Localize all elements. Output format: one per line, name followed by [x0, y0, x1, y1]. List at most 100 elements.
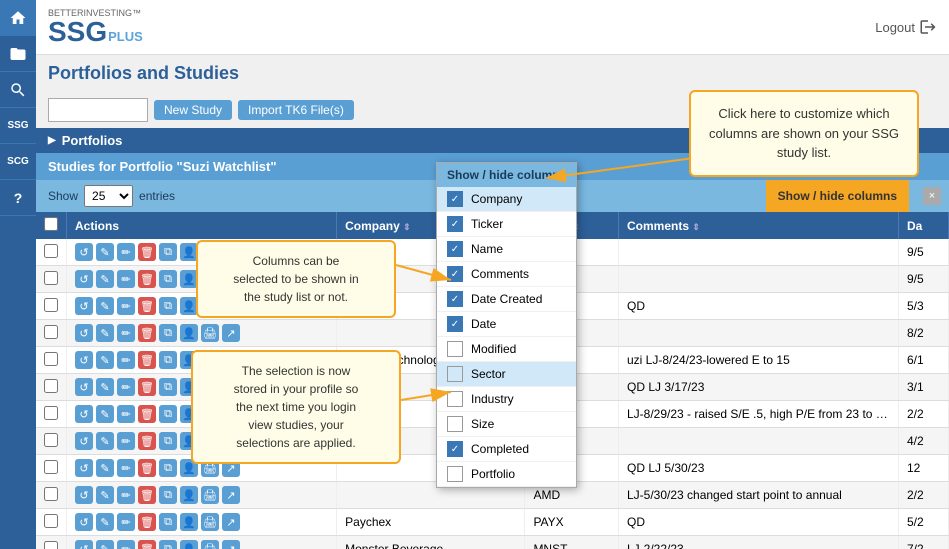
delete-icon[interactable]: 🗑 [138, 270, 156, 288]
edit-icon[interactable]: ✎ [96, 324, 114, 342]
edit-icon[interactable]: ✎ [96, 459, 114, 477]
row-checkbox[interactable] [44, 487, 58, 501]
th-comments[interactable]: Comments ⇕ [618, 212, 898, 239]
edit-icon[interactable]: ✎ [96, 513, 114, 531]
edit-icon[interactable]: ✎ [96, 351, 114, 369]
import-button[interactable]: Import TK6 File(s) [238, 100, 354, 120]
edit-icon[interactable]: ✎ [96, 297, 114, 315]
row-checkbox[interactable] [44, 379, 58, 393]
select-all-checkbox[interactable] [44, 217, 58, 231]
delete-icon[interactable]: 🗑 [138, 405, 156, 423]
export-icon[interactable]: ↗ [222, 324, 240, 342]
delete-icon[interactable]: 🗑 [138, 432, 156, 450]
print-icon[interactable]: 🖨 [201, 540, 219, 549]
refresh-icon[interactable]: ↺ [75, 297, 93, 315]
delete-icon[interactable]: 🗑 [138, 486, 156, 504]
pencil-icon[interactable]: ✏ [117, 405, 135, 423]
refresh-icon[interactable]: ↺ [75, 486, 93, 504]
pencil-icon[interactable]: ✏ [117, 243, 135, 261]
logout-button[interactable]: Logout [875, 18, 937, 36]
copy-icon[interactable]: ⧉ [159, 243, 177, 261]
copy-icon[interactable]: ⧉ [159, 459, 177, 477]
edit-icon[interactable]: ✎ [96, 432, 114, 450]
entries-select[interactable]: 25 50 100 [84, 185, 133, 207]
dp-item[interactable]: ✓Company [437, 187, 576, 212]
row-checkbox[interactable] [44, 406, 58, 420]
dp-item[interactable]: Modified [437, 337, 576, 362]
copy-icon[interactable]: ⧉ [159, 432, 177, 450]
row-checkbox[interactable] [44, 460, 58, 474]
sidebar-ssg[interactable]: SSG [0, 108, 36, 144]
edit-icon[interactable]: ✎ [96, 486, 114, 504]
edit-icon[interactable]: ✎ [96, 270, 114, 288]
row-checkbox[interactable] [44, 433, 58, 447]
sidebar-home[interactable] [0, 0, 36, 36]
edit-icon[interactable]: ✎ [96, 540, 114, 549]
pencil-icon[interactable]: ✏ [117, 486, 135, 504]
row-checkbox[interactable] [44, 514, 58, 528]
pencil-icon[interactable]: ✏ [117, 513, 135, 531]
delete-icon[interactable]: 🗑 [138, 540, 156, 549]
copy-icon[interactable]: ⧉ [159, 297, 177, 315]
row-checkbox[interactable] [44, 541, 58, 549]
edit-icon[interactable]: ✎ [96, 405, 114, 423]
search-input[interactable] [48, 98, 148, 122]
dp-item[interactable]: Sector [437, 362, 576, 387]
refresh-icon[interactable]: ↺ [75, 351, 93, 369]
th-checkbox[interactable] [36, 212, 67, 239]
copy-icon[interactable]: ⧉ [159, 486, 177, 504]
new-study-button[interactable]: New Study [154, 100, 232, 120]
refresh-icon[interactable]: ↺ [75, 432, 93, 450]
copy-icon[interactable]: ⧉ [159, 378, 177, 396]
copy-icon[interactable]: ⧉ [159, 513, 177, 531]
refresh-icon[interactable]: ↺ [75, 459, 93, 477]
sidebar-help[interactable]: ? [0, 180, 36, 216]
user-icon[interactable]: 👤 [180, 540, 198, 549]
user-icon[interactable]: 👤 [180, 324, 198, 342]
refresh-icon[interactable]: ↺ [75, 243, 93, 261]
export-icon[interactable]: ↗ [222, 540, 240, 549]
delete-icon[interactable]: 🗑 [138, 243, 156, 261]
refresh-icon[interactable]: ↺ [75, 324, 93, 342]
th-actions[interactable]: Actions [67, 212, 337, 239]
th-date[interactable]: Da [898, 212, 948, 239]
row-checkbox[interactable] [44, 271, 58, 285]
copy-icon[interactable]: ⧉ [159, 351, 177, 369]
delete-icon[interactable]: 🗑 [138, 351, 156, 369]
copy-icon[interactable]: ⧉ [159, 405, 177, 423]
sidebar-scg[interactable]: SCG [0, 144, 36, 180]
delete-icon[interactable]: 🗑 [138, 459, 156, 477]
sidebar-folder[interactable] [0, 36, 36, 72]
dp-item[interactable]: ✓Completed [437, 437, 576, 462]
pencil-icon[interactable]: ✏ [117, 351, 135, 369]
sidebar-search[interactable] [0, 72, 36, 108]
pencil-icon[interactable]: ✏ [117, 378, 135, 396]
copy-icon[interactable]: ⧉ [159, 540, 177, 549]
user-icon[interactable]: 👤 [180, 486, 198, 504]
print-icon[interactable]: 🖨 [201, 324, 219, 342]
clear-search-button[interactable]: × [923, 187, 941, 205]
pencil-icon[interactable]: ✏ [117, 459, 135, 477]
delete-icon[interactable]: 🗑 [138, 378, 156, 396]
print-icon[interactable]: 🖨 [201, 513, 219, 531]
pencil-icon[interactable]: ✏ [117, 270, 135, 288]
dp-item[interactable]: ✓Name [437, 237, 576, 262]
dp-item[interactable]: ✓Comments [437, 262, 576, 287]
edit-icon[interactable]: ✎ [96, 243, 114, 261]
user-icon[interactable]: 👤 [180, 513, 198, 531]
delete-icon[interactable]: 🗑 [138, 513, 156, 531]
copy-icon[interactable]: ⧉ [159, 324, 177, 342]
print-icon[interactable]: 🖨 [201, 486, 219, 504]
refresh-icon[interactable]: ↺ [75, 540, 93, 549]
refresh-icon[interactable]: ↺ [75, 378, 93, 396]
edit-icon[interactable]: ✎ [96, 378, 114, 396]
pencil-icon[interactable]: ✏ [117, 540, 135, 549]
refresh-icon[interactable]: ↺ [75, 513, 93, 531]
refresh-icon[interactable]: ↺ [75, 270, 93, 288]
dp-item[interactable]: Portfolio [437, 462, 576, 487]
delete-icon[interactable]: 🗑 [138, 297, 156, 315]
dp-item[interactable]: ✓Date Created [437, 287, 576, 312]
export-icon[interactable]: ↗ [222, 513, 240, 531]
pencil-icon[interactable]: ✏ [117, 324, 135, 342]
export-icon[interactable]: ↗ [222, 486, 240, 504]
